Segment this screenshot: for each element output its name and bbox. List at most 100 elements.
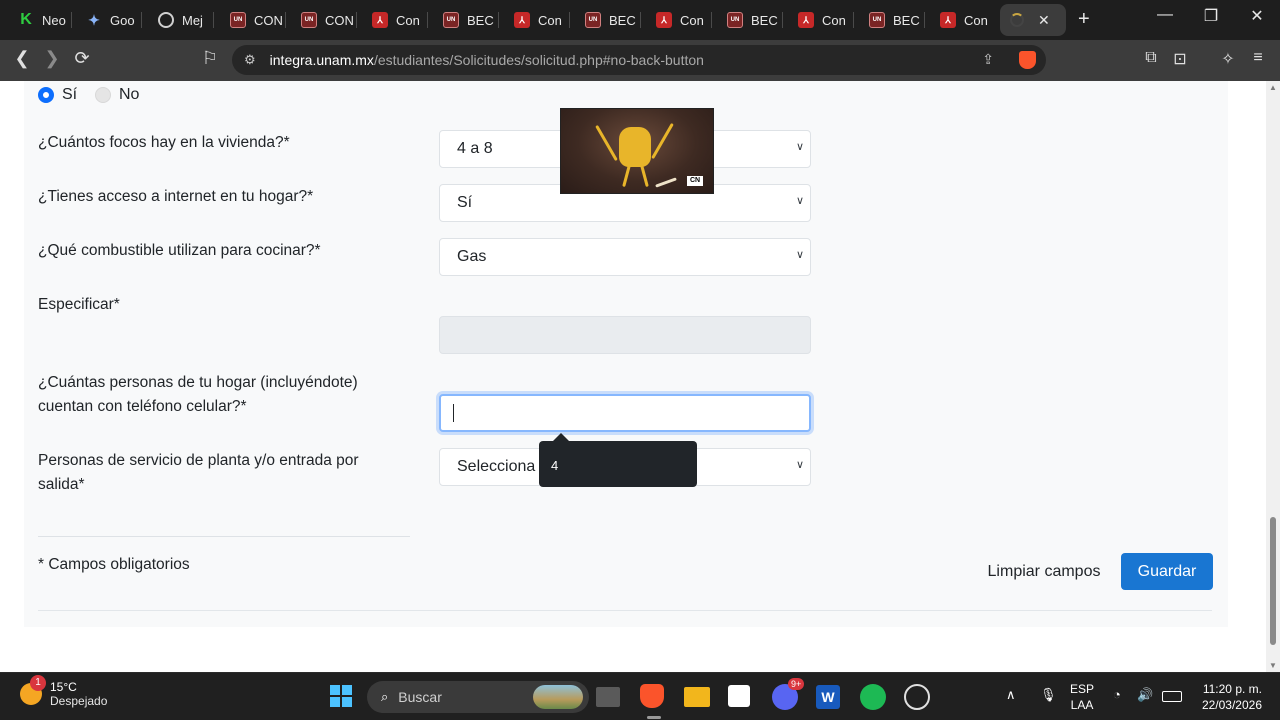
- pdf-icon: ⅄: [372, 12, 388, 28]
- cartoon-leg: [640, 164, 649, 188]
- address-bar[interactable]: ⚙ integra.unam.mx/estudiantes/Solicitude…: [232, 45, 1046, 75]
- tab[interactable]: Mej: [148, 4, 214, 36]
- extensions-icon[interactable]: ⧉: [1140, 49, 1162, 67]
- select-value: Gas: [457, 248, 487, 265]
- gemini-icon: ✦: [88, 11, 100, 28]
- wifi-icon[interactable]: ◔: [1113, 687, 1121, 702]
- cartoon-arm: [595, 124, 618, 162]
- unam-icon: UN: [727, 12, 743, 28]
- clock-date: 22/03/2026: [1201, 698, 1262, 712]
- question-servicio: Personas de servicio de planta y/o entra…: [38, 452, 359, 493]
- task-view-icon[interactable]: [596, 687, 620, 707]
- tooltip-value: 4: [551, 458, 559, 473]
- bookmark-icon[interactable]: ⚐: [198, 48, 222, 69]
- tab[interactable]: UN BEC: [575, 4, 641, 36]
- tab-label: CON: [325, 12, 354, 28]
- record-icon: [158, 12, 174, 28]
- text-cursor: [453, 404, 454, 422]
- close-window-button[interactable]: ✕: [1234, 6, 1280, 26]
- select-value: 4 a 8: [457, 140, 493, 157]
- select-combustible[interactable]: Gas ∨: [439, 238, 811, 276]
- label-especificar: Especificar*: [38, 296, 120, 313]
- clear-button[interactable]: Limpiar campos: [976, 553, 1112, 591]
- discord-badge: 9+: [788, 678, 805, 690]
- radio-unselected-icon[interactable]: [95, 87, 111, 103]
- close-tab-icon[interactable]: ✕: [1038, 12, 1050, 29]
- pdf-icon: ⅄: [940, 12, 956, 28]
- tab[interactable]: UN BEC: [859, 4, 925, 36]
- tab[interactable]: ⅄ Con: [504, 4, 570, 36]
- cartoon-arm: [651, 122, 674, 160]
- word-icon[interactable]: W: [816, 685, 840, 709]
- reload-button[interactable]: ⟳: [70, 48, 94, 69]
- taskbar-search[interactable]: ⌕ Buscar: [367, 681, 589, 713]
- menu-icon[interactable]: ≡: [1247, 49, 1269, 67]
- tab-active[interactable]: ✕: [1000, 4, 1066, 36]
- search-icon: ⌕: [381, 689, 389, 704]
- volume-icon[interactable]: 🔊: [1137, 687, 1153, 703]
- autocomplete-tooltip[interactable]: 4: [539, 433, 697, 487]
- toolbar: ❮ ❯ ⟳ ⚐ ⚙ integra.unam.mx/estudiantes/So…: [0, 40, 1280, 81]
- tab[interactable]: ⅄ Con: [930, 4, 996, 36]
- microphone-icon[interactable]: 🎙: [1040, 687, 1057, 703]
- windows-logo-icon: [330, 685, 352, 707]
- brave-shields-icon[interactable]: [1019, 51, 1036, 69]
- tab[interactable]: ⅄ Con: [362, 4, 428, 36]
- tab[interactable]: UN BEC: [717, 4, 783, 36]
- new-tab-button[interactable]: +: [1078, 8, 1090, 31]
- tab[interactable]: K Neo: [8, 4, 72, 36]
- input-celular[interactable]: [439, 394, 811, 432]
- tab-label: BEC: [467, 12, 494, 28]
- radio-no[interactable]: No: [95, 86, 139, 104]
- tab[interactable]: UN CON: [220, 4, 286, 36]
- start-button[interactable]: [326, 681, 356, 711]
- radio-yes[interactable]: Sí: [38, 86, 77, 104]
- question-combustible: ¿Qué combustible utilizan para cocinar?*: [38, 242, 321, 259]
- snipping-tool-icon[interactable]: [728, 685, 750, 707]
- scroll-down-icon[interactable]: ▼: [1269, 661, 1277, 670]
- chevron-down-icon: ∨: [795, 459, 804, 471]
- video-overlay[interactable]: CN: [560, 108, 714, 194]
- brave-browser-icon[interactable]: [640, 684, 664, 708]
- tab[interactable]: ⅄ Con: [788, 4, 854, 36]
- minimize-button[interactable]: —: [1142, 6, 1188, 24]
- weather-sun-icon: 1: [20, 675, 46, 705]
- pdf-icon: ⅄: [656, 12, 672, 28]
- forward-button[interactable]: ❯: [40, 48, 64, 69]
- spotify-icon[interactable]: [860, 684, 886, 710]
- reader-mode-icon[interactable]: ⊡: [1169, 49, 1191, 69]
- chevron-down-icon: ∨: [795, 249, 804, 261]
- divider: [38, 536, 410, 537]
- tab[interactable]: UN BEC: [433, 4, 499, 36]
- file-explorer-icon[interactable]: [684, 687, 710, 707]
- tab-label: BEC: [609, 12, 636, 28]
- radio-selected-icon[interactable]: [38, 87, 54, 103]
- restore-button[interactable]: ❐: [1188, 6, 1234, 26]
- site-settings-icon[interactable]: ⚙: [244, 52, 256, 68]
- back-button[interactable]: ❮: [10, 48, 34, 69]
- question-focos: ¿Cuántos focos hay en la vivienda?*: [38, 134, 290, 151]
- search-highlight-image: [533, 685, 583, 709]
- tray-overflow-icon[interactable]: ∧: [1006, 687, 1016, 703]
- language-indicator[interactable]: ESP LAA: [1070, 681, 1094, 713]
- required-note: * Campos obligatorios: [38, 556, 190, 573]
- clock[interactable]: 11:20 p. m. 22/03/2026: [1196, 681, 1262, 713]
- share-icon[interactable]: ⇪: [982, 51, 994, 68]
- scroll-up-icon[interactable]: ▲: [1269, 83, 1277, 92]
- tab[interactable]: ✦ Goo: [76, 4, 142, 36]
- battery-icon[interactable]: [1162, 691, 1182, 702]
- scrollbar-thumb[interactable]: [1270, 517, 1276, 645]
- save-button[interactable]: Guardar: [1121, 553, 1213, 590]
- notification-badge: 1: [30, 675, 46, 691]
- weather-widget[interactable]: 1 15°C Despejado: [20, 675, 107, 708]
- chevron-down-icon: ∨: [795, 195, 804, 207]
- clock-time: 11:20 p. m.: [1202, 682, 1262, 696]
- vertical-scrollbar[interactable]: ▲ ▼: [1266, 81, 1280, 672]
- obs-icon[interactable]: [904, 684, 930, 710]
- discord-icon[interactable]: 9+: [772, 678, 805, 710]
- radio-no-label: No: [119, 86, 140, 103]
- tab[interactable]: UN CON: [291, 4, 357, 36]
- leo-ai-icon[interactable]: ✧: [1217, 49, 1239, 69]
- tab[interactable]: ⅄ Con: [646, 4, 712, 36]
- k-icon: K: [18, 11, 34, 28]
